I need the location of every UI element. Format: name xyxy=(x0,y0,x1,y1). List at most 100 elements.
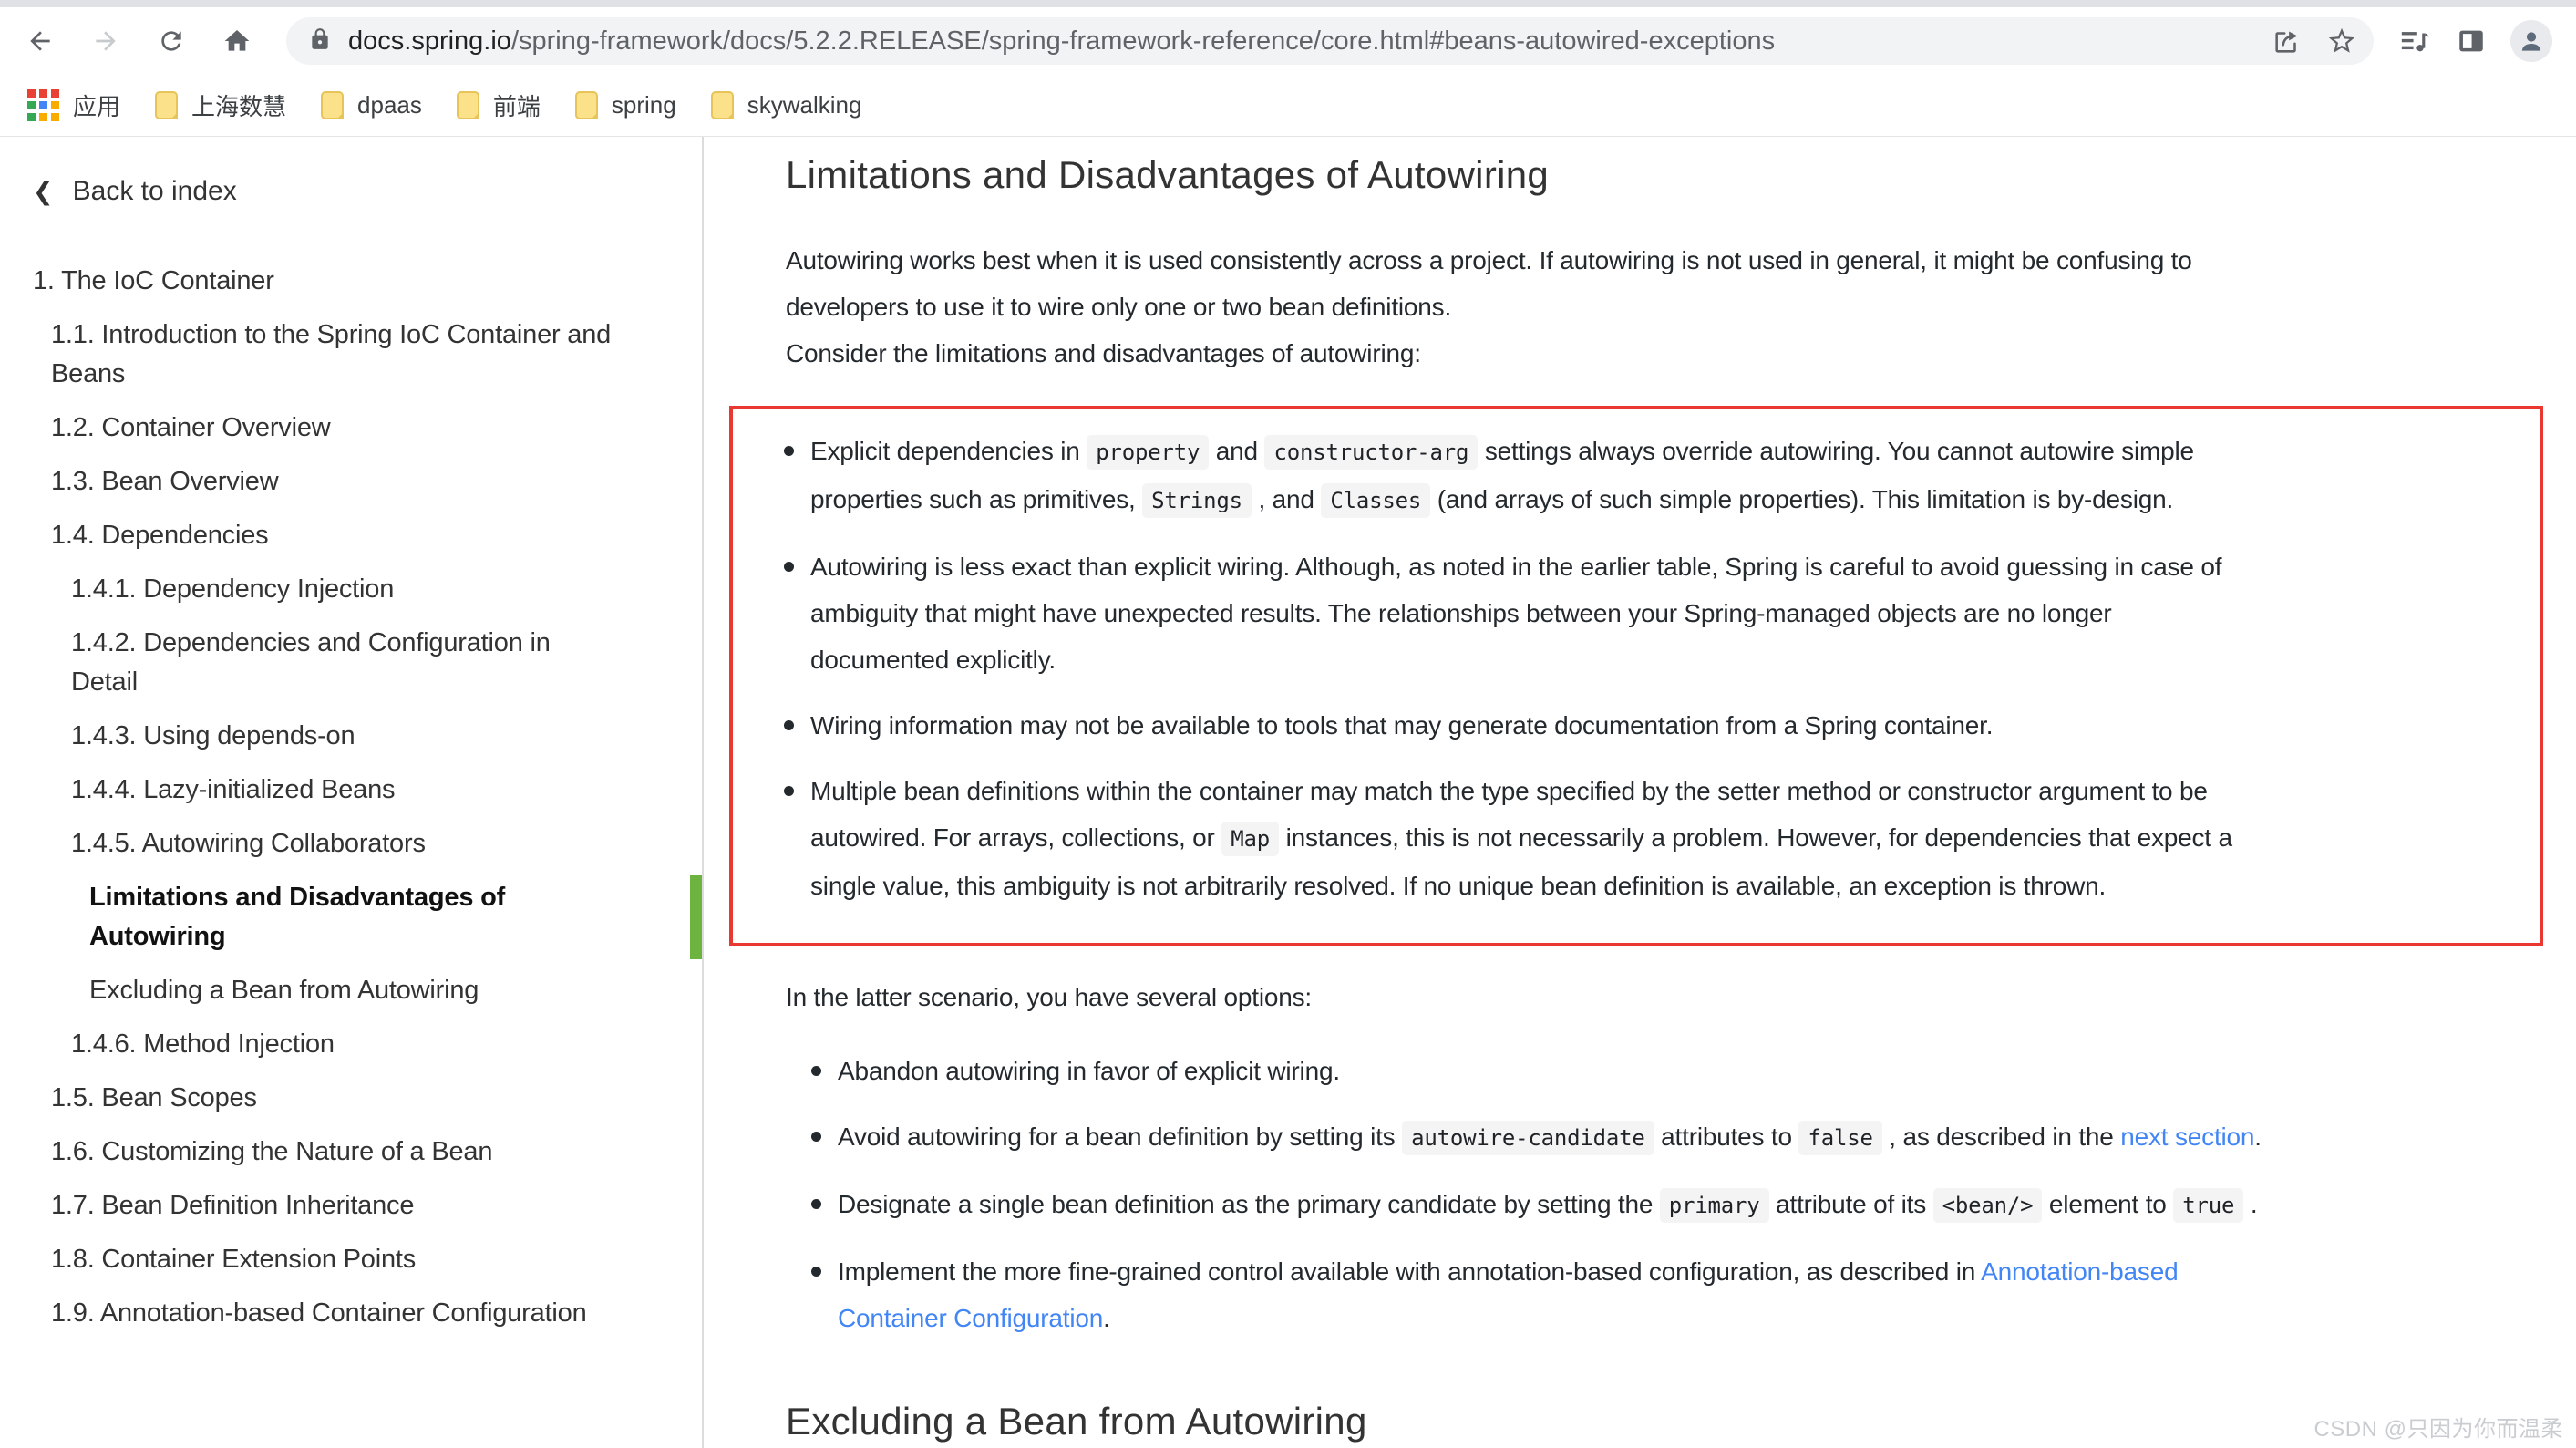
inline-code: property xyxy=(1087,435,1209,470)
list-item: Autowiring is less exact than explicit w… xyxy=(780,543,2503,683)
inline-code: false xyxy=(1798,1121,1881,1155)
share-icon[interactable] xyxy=(2272,26,2303,57)
back-arrow-icon xyxy=(26,26,55,56)
list-item: Explicit dependencies in property and co… xyxy=(780,428,2503,524)
latter-paragraph: In the latter scenario, you have several… xyxy=(786,974,2540,1020)
text-run: attributes to xyxy=(1654,1122,1799,1151)
sidebar-item[interactable]: 1.5. Bean Scopes xyxy=(33,1079,675,1118)
folder-icon xyxy=(711,91,734,119)
sidebar-item[interactable]: 1.3. Bean Overview xyxy=(33,462,675,502)
chevron-left-icon: ❮ xyxy=(33,178,54,206)
address-bar[interactable]: docs.spring.io/spring-framework/docs/5.2… xyxy=(286,17,2374,65)
apps-grid-icon xyxy=(27,89,59,121)
sidebar-item[interactable]: 1.4.2. Dependencies and Configuration in… xyxy=(33,624,675,702)
consider-paragraph: Consider the limitations and disadvantag… xyxy=(786,330,2540,377)
bookmark-star-icon[interactable] xyxy=(2326,26,2357,57)
text-run: Abandon autowiring in favor of explicit … xyxy=(838,1057,1340,1085)
inline-code: Map xyxy=(1221,822,1279,856)
bookmark-item[interactable]: spring xyxy=(575,91,676,119)
back-button[interactable] xyxy=(26,26,55,56)
sidebar-item[interactable]: 1.4.6. Method Injection xyxy=(33,1025,675,1064)
bookmark-item[interactable]: dpaas xyxy=(321,91,422,119)
url-text[interactable]: docs.spring.io/spring-framework/docs/5.2… xyxy=(348,26,2248,57)
text-run: attribute of its xyxy=(1769,1190,1933,1218)
inline-link[interactable]: next section xyxy=(2120,1122,2254,1151)
text-run: , as described in the xyxy=(1882,1122,2121,1151)
text-run: Explicit dependencies in xyxy=(810,437,1087,465)
list-item: Avoid autowiring for a bean definition b… xyxy=(808,1113,2540,1162)
sidebar-item[interactable]: 1.4. Dependencies xyxy=(33,516,675,555)
bookmark-item[interactable]: 上海数慧 xyxy=(155,88,286,122)
profile-avatar[interactable] xyxy=(2510,20,2552,62)
sidebar-item[interactable]: 1.4.1. Dependency Injection xyxy=(33,570,675,609)
extension-media-list-icon[interactable] xyxy=(2399,26,2430,57)
bookmark-label: skywalking xyxy=(747,91,862,119)
text-run: Designate a single bean definition as th… xyxy=(838,1190,1660,1218)
folder-icon xyxy=(155,91,178,119)
bookmark-item[interactable]: skywalking xyxy=(711,91,862,119)
text-run: Wiring information may not be available … xyxy=(810,711,1993,740)
sidebar-item[interactable]: 1.8. Container Extension Points xyxy=(33,1240,675,1279)
sidebar-item[interactable]: 1.6. Customizing the Nature of a Bean xyxy=(33,1133,675,1172)
inline-link[interactable]: Annotation-based xyxy=(1981,1257,2178,1286)
sidebar-item[interactable]: 1. The IoC Container xyxy=(33,262,675,301)
forward-button[interactable] xyxy=(91,26,120,56)
folder-icon xyxy=(321,91,344,119)
text-run: instances, this is not necessarily a pro… xyxy=(1279,823,2232,852)
content-area: Limitations and Disadvantages of Autowir… xyxy=(704,137,2576,1448)
text-run: (and arrays of such simple properties). … xyxy=(1430,485,2173,513)
list-item: Designate a single bean definition as th… xyxy=(808,1181,2540,1229)
text-run: Avoid autowiring for a bean definition b… xyxy=(838,1122,1402,1151)
text-run: . xyxy=(2254,1122,2262,1151)
bookmark-item[interactable]: 前端 xyxy=(457,88,541,122)
side-panel-icon[interactable] xyxy=(2456,26,2487,57)
list-item: Multiple bean definitions within the con… xyxy=(780,768,2503,909)
text-run: , and xyxy=(1252,485,1321,513)
bookmark-label: 上海数慧 xyxy=(191,88,286,122)
bookmark-label: 应用 xyxy=(73,88,120,122)
sidebar-item[interactable]: 1.4.3. Using depends-on xyxy=(33,717,675,756)
bookmark-item[interactable]: 应用 xyxy=(27,88,120,122)
inline-code: Classes xyxy=(1321,483,1430,518)
home-icon xyxy=(222,26,252,56)
highlight-red-box: Explicit dependencies in property and co… xyxy=(729,406,2543,946)
sidebar-item[interactable]: 1.2. Container Overview xyxy=(33,409,675,448)
window-top-strip xyxy=(0,0,2576,7)
lock-icon xyxy=(308,27,332,56)
text-run: . xyxy=(2243,1190,2257,1218)
back-to-index-link[interactable]: ❮ Back to index xyxy=(33,176,702,207)
text-run: ambiguity that might have unexpected res… xyxy=(810,599,2112,627)
browser-chrome: docs.spring.io/spring-framework/docs/5.2… xyxy=(0,0,2576,137)
inline-code: true xyxy=(2173,1188,2243,1223)
inline-link[interactable]: Container Configuration xyxy=(838,1304,1103,1332)
sidebar-item[interactable]: 1.7. Bean Definition Inheritance xyxy=(33,1186,675,1226)
person-icon xyxy=(2516,26,2547,57)
reload-icon xyxy=(157,26,186,56)
text-run: element to xyxy=(2042,1190,2173,1218)
options-list: Abandon autowiring in favor of explicit … xyxy=(786,1048,2540,1341)
forward-arrow-icon xyxy=(91,26,120,56)
browser-toolbar: docs.spring.io/spring-framework/docs/5.2… xyxy=(0,7,2576,75)
sidebar-item[interactable]: 1.4.4. Lazy-initialized Beans xyxy=(33,771,675,810)
text-run: Multiple bean definitions within the con… xyxy=(810,777,2208,805)
reload-button[interactable] xyxy=(157,26,186,56)
sidebar-item[interactable]: 1.4.5. Autowiring Collaborators xyxy=(33,824,675,864)
sidebar-item[interactable]: 1.1. Introduction to the Spring IoC Cont… xyxy=(33,315,675,394)
bookmark-label: dpaas xyxy=(357,91,422,119)
sidebar-item[interactable]: 1.9. Annotation-based Container Configur… xyxy=(33,1294,675,1333)
text-run: autowired. For arrays, collections, or xyxy=(810,823,1221,852)
text-run: and xyxy=(1209,437,1264,465)
intro-paragraph: Autowiring works best when it is used co… xyxy=(786,237,2540,330)
home-button[interactable] xyxy=(222,26,252,56)
sidebar-item-active[interactable]: Limitations and Disadvantages of Autowir… xyxy=(33,878,675,957)
list-item: Abandon autowiring in favor of explicit … xyxy=(808,1048,2540,1094)
csdn-watermark: CSDN @只因为你而温柔 xyxy=(2313,1411,2563,1443)
sidebar-item[interactable]: Excluding a Bean from Autowiring xyxy=(33,971,675,1010)
inline-code: primary xyxy=(1660,1188,1769,1223)
text-run: Autowiring is less exact than explicit w… xyxy=(810,553,2221,581)
inline-code: Strings xyxy=(1142,483,1252,518)
url-path: /spring-framework/docs/5.2.2.RELEASE/spr… xyxy=(511,26,1775,56)
folder-icon xyxy=(575,91,598,119)
text-run: single value, this ambiguity is not arbi… xyxy=(810,872,2106,900)
list-item: Wiring information may not be available … xyxy=(780,702,2503,749)
